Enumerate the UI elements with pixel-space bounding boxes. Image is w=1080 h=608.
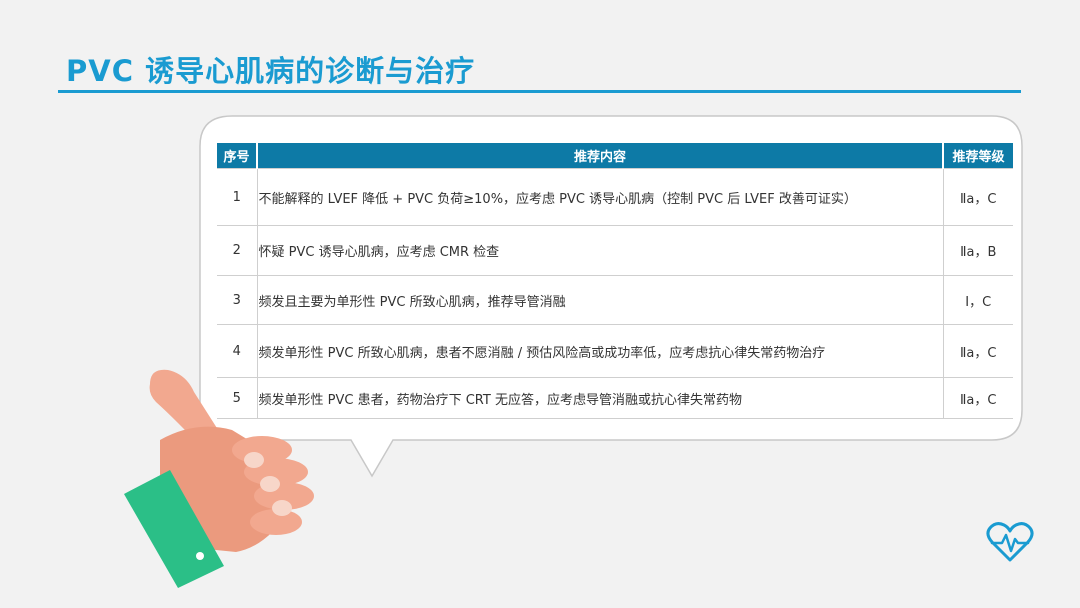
row-content: 频发单形性 PVC 所致心肌病，患者不愿消融 / 预估风险高或成功率低，应考虑抗… bbox=[257, 324, 943, 378]
row-content: 怀疑 PVC 诱导心肌病，应考虑 CMR 检查 bbox=[257, 225, 943, 276]
row-number: 2 bbox=[217, 225, 258, 276]
header-grade: 推荐等级 bbox=[943, 143, 1013, 169]
table-row: 2 怀疑 PVC 诱导心肌病，应考虑 CMR 检查 Ⅱa，B bbox=[217, 225, 1013, 276]
table-header-row: 序号 推荐内容 推荐等级 bbox=[217, 143, 1013, 169]
heart-pulse-icon bbox=[986, 522, 1034, 562]
table-row: 1 不能解释的 LVEF 降低 + PVC 负荷≥10%，应考虑 PVC 诱导心… bbox=[217, 168, 1013, 226]
row-grade: Ⅱa，B bbox=[942, 225, 1013, 276]
row-grade: Ⅱa，C bbox=[942, 324, 1013, 378]
row-content: 不能解释的 LVEF 降低 + PVC 负荷≥10%，应考虑 PVC 诱导心肌病… bbox=[257, 168, 943, 226]
row-grade: Ⅱa，C bbox=[942, 168, 1013, 226]
table-row: 5 频发单形性 PVC 患者，药物治疗下 CRT 无应答，应考虑导管消融或抗心律… bbox=[217, 377, 1013, 419]
row-grade: Ⅱa，C bbox=[942, 377, 1013, 419]
header-content: 推荐内容 bbox=[257, 143, 944, 169]
header-number: 序号 bbox=[217, 143, 258, 169]
row-number: 3 bbox=[217, 275, 258, 325]
row-grade: Ⅰ，C bbox=[942, 275, 1013, 325]
row-content: 频发且主要为单形性 PVC 所致心肌病，推荐导管消融 bbox=[257, 275, 943, 325]
row-number: 5 bbox=[217, 377, 258, 419]
row-content: 频发单形性 PVC 患者，药物治疗下 CRT 无应答，应考虑导管消融或抗心律失常… bbox=[257, 377, 943, 419]
recommendation-table: 序号 推荐内容 推荐等级 1 不能解释的 LVEF 降低 + PVC 负荷≥10… bbox=[217, 143, 1013, 419]
row-number: 4 bbox=[217, 324, 258, 378]
table-row: 3 频发且主要为单形性 PVC 所致心肌病，推荐导管消融 Ⅰ，C bbox=[217, 275, 1013, 325]
row-number: 1 bbox=[217, 168, 258, 226]
table-row: 4 频发单形性 PVC 所致心肌病，患者不愿消融 / 预估风险高或成功率低，应考… bbox=[217, 324, 1013, 378]
slide: PVC 诱导心肌病的诊断与治疗 序号 推荐内容 推荐等级 1 不能解释的 LVE… bbox=[0, 0, 1080, 608]
